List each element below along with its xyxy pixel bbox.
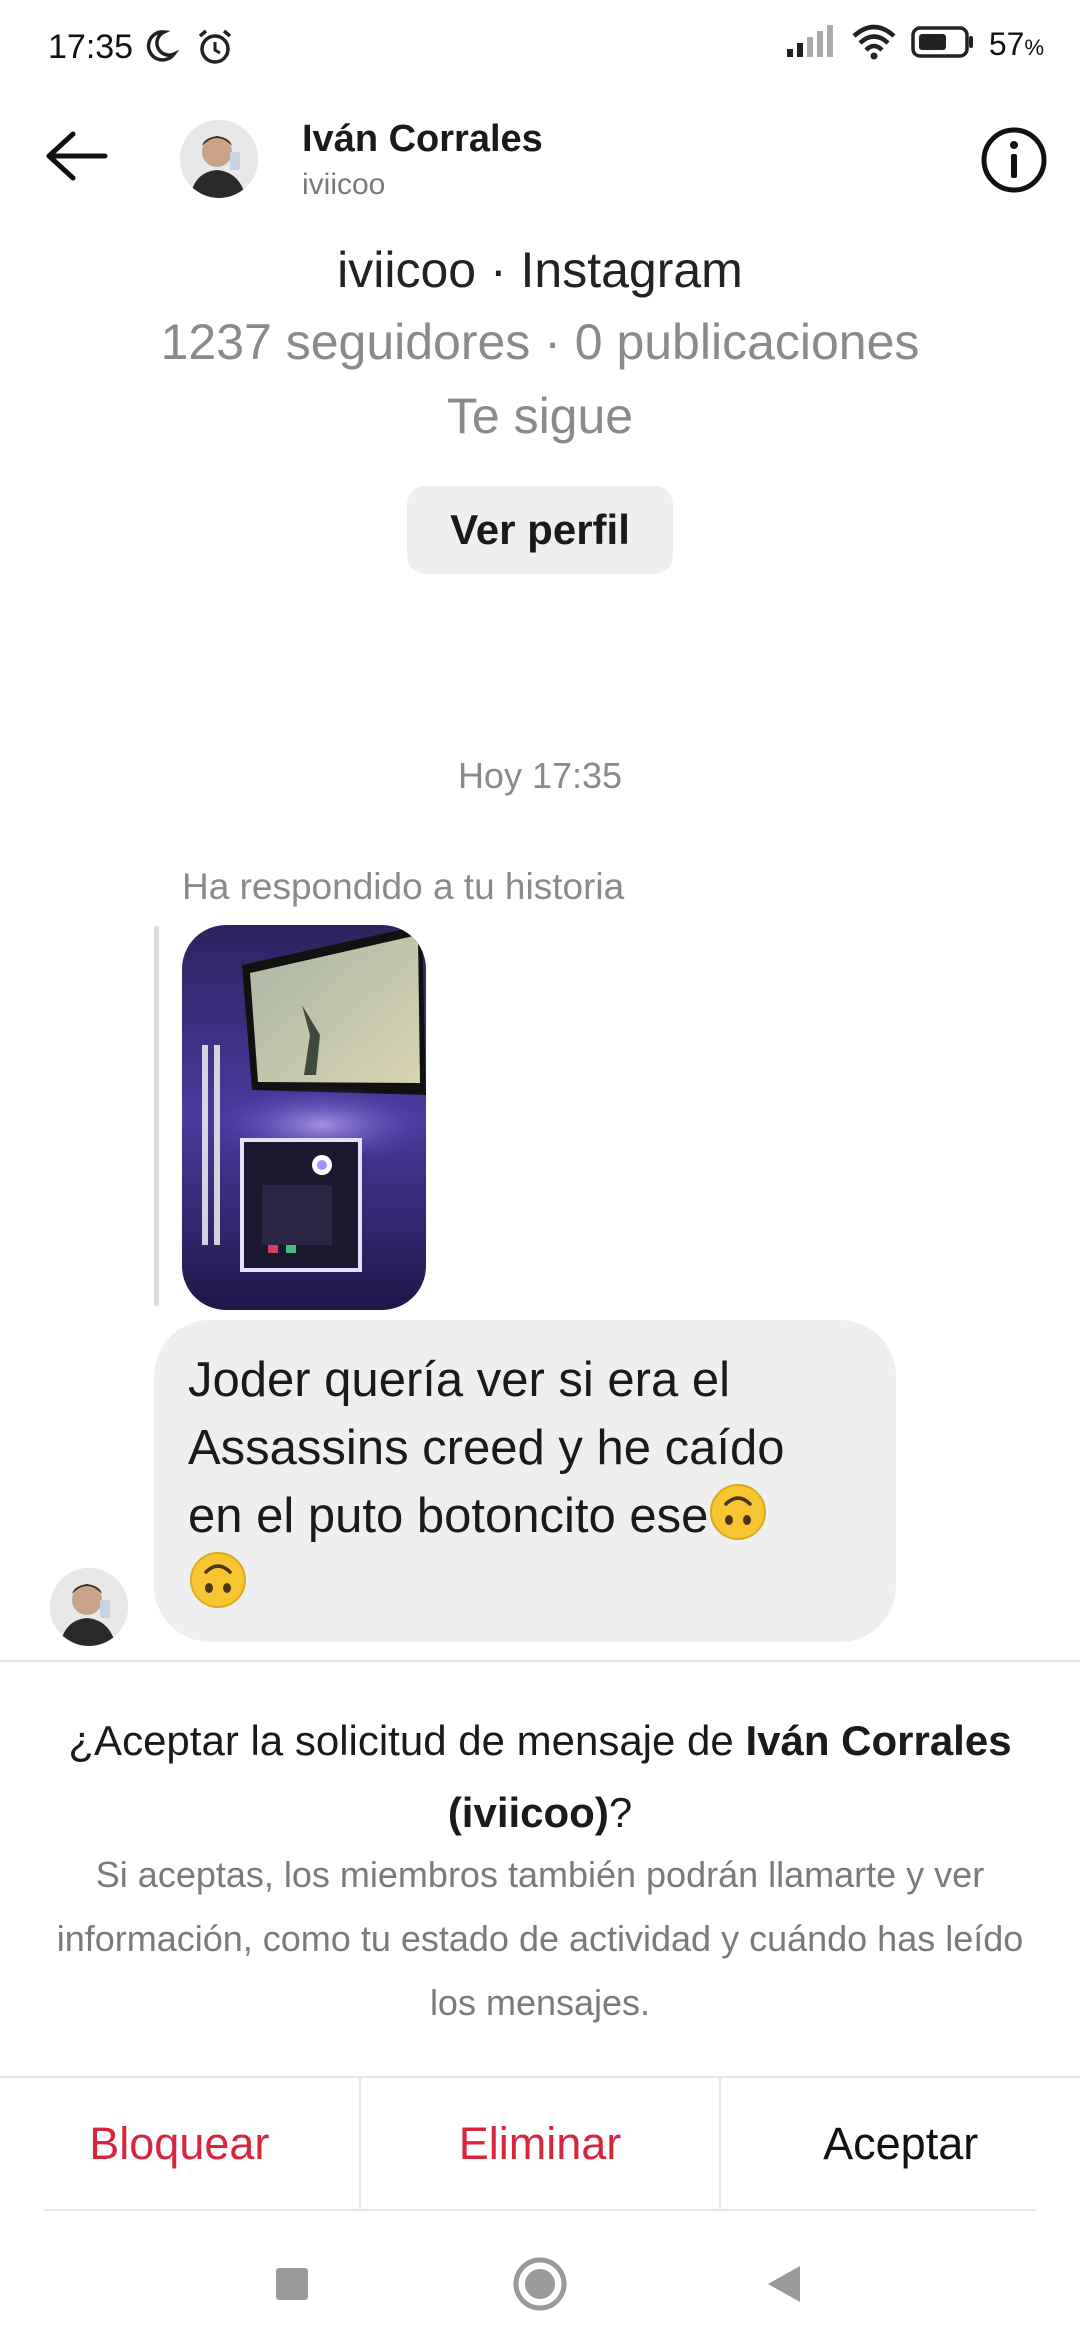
info-icon bbox=[981, 127, 1047, 193]
upside-down-face-emoji-icon bbox=[708, 1482, 768, 1542]
view-profile-button[interactable]: Ver perfil bbox=[407, 486, 673, 574]
alarm-icon bbox=[194, 26, 236, 73]
divider bbox=[0, 1660, 1080, 1662]
block-button[interactable]: Bloquear bbox=[0, 2078, 359, 2210]
contact-username[interactable]: iviicoo bbox=[302, 168, 385, 202]
recents-icon bbox=[276, 2268, 308, 2300]
message-timestamp: Hoy 17:35 bbox=[457, 755, 623, 796]
message-bubble[interactable]: Joder quería ver si era el Assassins cre… bbox=[154, 1320, 896, 1642]
status-right: 57% bbox=[785, 24, 1044, 65]
battery-percentage: 57% bbox=[988, 26, 1044, 62]
profile-summary: iviicoo · Instagram 1237 seguidores · 0 … bbox=[0, 235, 1080, 453]
system-back-button[interactable] bbox=[752, 2252, 816, 2316]
request-description: Si aceptas, los miembros también podrán … bbox=[56, 1854, 1024, 2023]
request-title: ¿Aceptar la solicitud de mensaje de Iván… bbox=[68, 1717, 1012, 1836]
status-time: 17:35 bbox=[48, 28, 134, 66]
info-button[interactable] bbox=[976, 122, 1052, 198]
profile-title: iviicoo · Instagram bbox=[337, 242, 743, 298]
story-reply-label: Ha respondido a tu historia bbox=[182, 866, 625, 907]
upside-down-face-emoji-icon bbox=[188, 1550, 248, 1610]
back-icon bbox=[768, 2266, 800, 2302]
signal-icon bbox=[785, 25, 837, 64]
home-icon bbox=[513, 2257, 567, 2311]
accept-button[interactable]: Aceptar bbox=[721, 2078, 1080, 2210]
battery-icon bbox=[911, 25, 975, 64]
message-text: Joder quería ver si era el Assassins cre… bbox=[188, 1346, 856, 1618]
divider bbox=[44, 2209, 1036, 2211]
avatar[interactable] bbox=[180, 120, 258, 198]
back-button[interactable] bbox=[36, 126, 116, 186]
status-left-icons bbox=[140, 26, 236, 73]
story-thumbnail[interactable] bbox=[182, 925, 426, 1310]
status-bar: 17:35 57% bbox=[0, 0, 1080, 100]
reply-indicator-bar bbox=[154, 926, 159, 1306]
system-nav-bar bbox=[0, 2220, 1080, 2340]
contact-name[interactable]: Iván Corrales bbox=[302, 118, 543, 161]
back-arrow-icon bbox=[46, 131, 108, 181]
delete-button[interactable]: Eliminar bbox=[361, 2078, 720, 2210]
follows-status: Te sigue bbox=[446, 388, 634, 444]
chat-header: Iván Corrales iviicoo bbox=[0, 100, 1080, 220]
profile-stats: 1237 seguidores · 0 publicaciones bbox=[160, 314, 920, 370]
recents-button[interactable] bbox=[260, 2252, 324, 2316]
request-actions: Bloquear Eliminar Aceptar bbox=[0, 2078, 1080, 2210]
sender-avatar[interactable] bbox=[50, 1568, 128, 1646]
moon-icon bbox=[140, 26, 180, 73]
wifi-icon bbox=[851, 24, 897, 65]
home-button[interactable] bbox=[508, 2252, 572, 2316]
